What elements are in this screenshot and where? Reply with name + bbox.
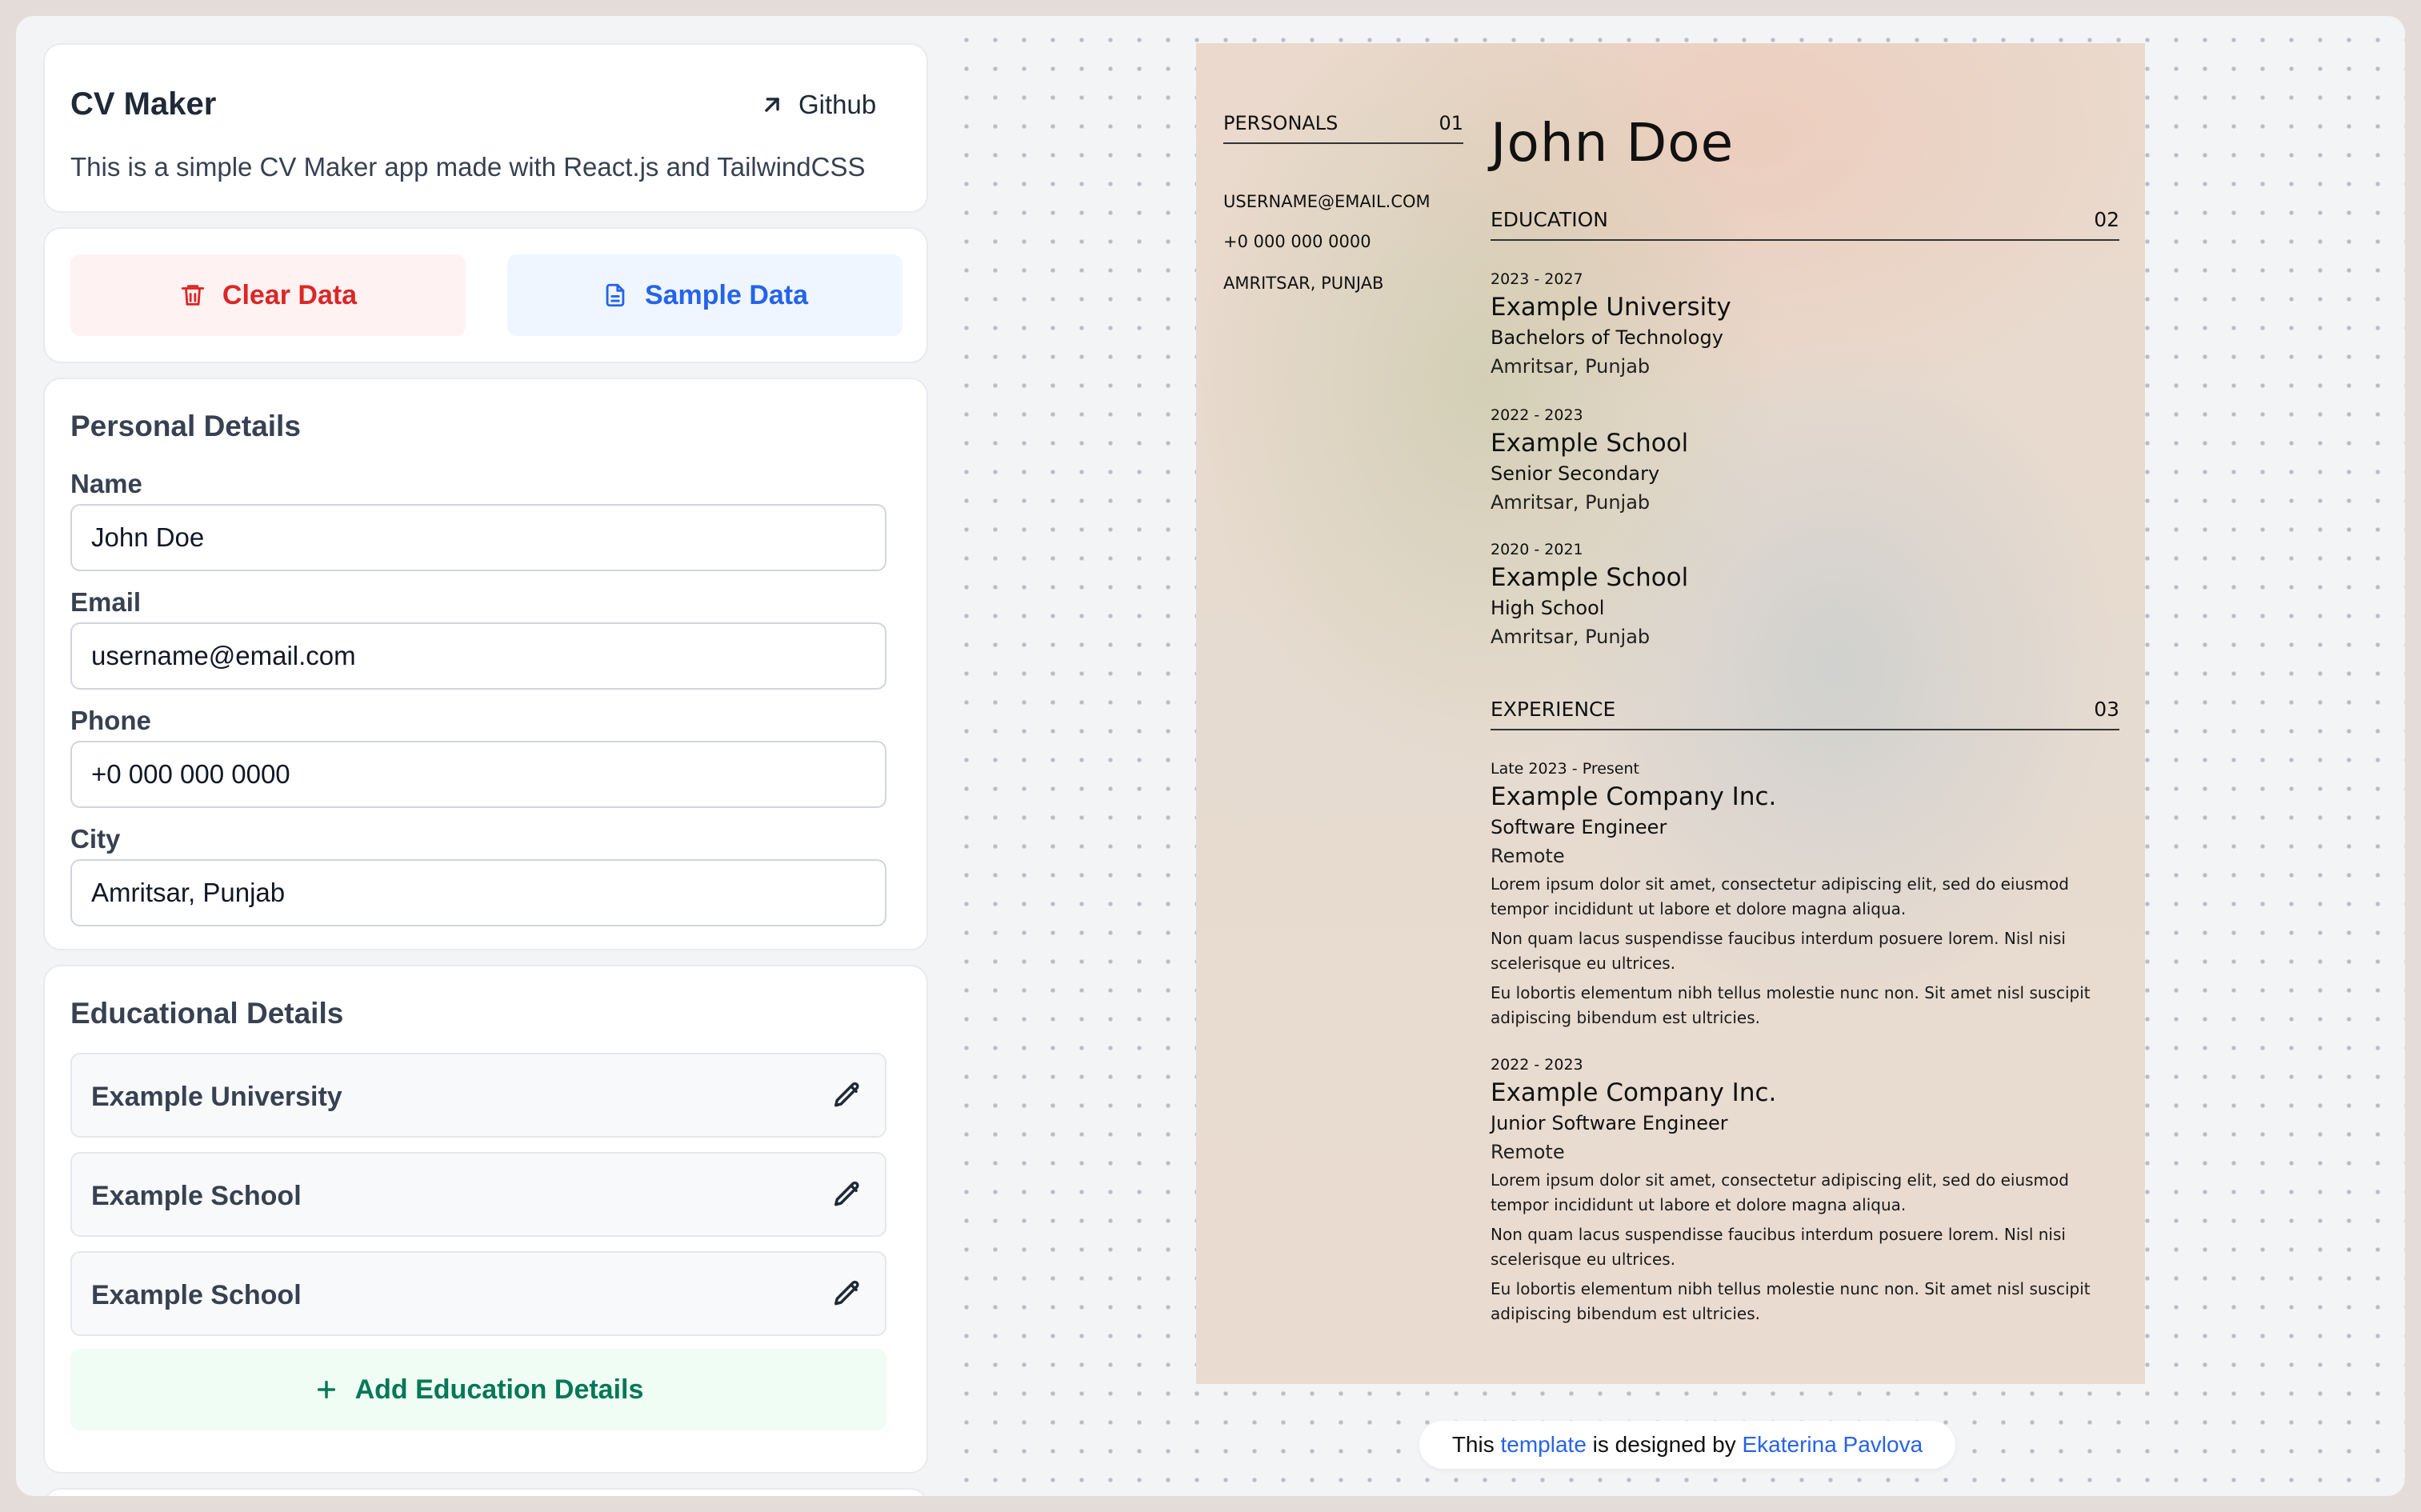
education-item[interactable]: Example University xyxy=(70,1053,886,1138)
educational-details-title: Educational Details xyxy=(70,997,344,1030)
cv-education-degree: Bachelors of Technology xyxy=(1491,326,1723,349)
cv-education-entry: 2023 - 2027 Example University Bachelors… xyxy=(1491,270,2119,382)
cv-education-degree: Senior Secondary xyxy=(1491,462,1660,485)
add-education-label: Add Education Details xyxy=(354,1374,644,1405)
personals-heading: PERSONALS 01 xyxy=(1223,112,1463,144)
template-credit: This template is designed by Ekaterina P… xyxy=(1419,1421,1955,1469)
experience-heading: EXPERIENCE 03 xyxy=(1491,698,2119,730)
cv-experience-date: Late 2023 - Present xyxy=(1491,760,1639,778)
cv-city: AMRITSAR, PUNJAB xyxy=(1223,274,1384,293)
sample-data-button[interactable]: Sample Data xyxy=(507,254,902,336)
app-description: This is a simple CV Maker app made with … xyxy=(70,152,866,182)
cv-experience-point: Non quam lacus suspendisse faucibus inte… xyxy=(1491,1225,2066,1269)
education-heading-number: 02 xyxy=(2094,208,2119,231)
cv-email: USERNAME@EMAIL.COM xyxy=(1223,192,1431,211)
email-label: Email xyxy=(70,587,142,617)
cv-experience-point: Lorem ipsum dolor sit amet, consectetur … xyxy=(1491,1170,2069,1214)
arrow-up-right-icon xyxy=(765,98,779,112)
name-label: Name xyxy=(70,469,142,498)
cv-education-org: Example School xyxy=(1491,429,1689,458)
cv-experience-date: 2022 - 2023 xyxy=(1491,1056,1583,1074)
add-education-button[interactable]: Add Education Details xyxy=(70,1349,886,1430)
editor-panel[interactable]: CV Maker Github This is a simple CV Make… xyxy=(43,43,928,1496)
cv-page: PERSONALS 01 USERNAME@EMAIL.COM +0 000 0… xyxy=(1196,43,2145,1384)
credit-middle: is designed by xyxy=(1586,1432,1743,1457)
education-item[interactable]: Example School xyxy=(70,1251,886,1336)
credit-prefix: This xyxy=(1451,1432,1501,1457)
cv-experience-location: Remote xyxy=(1491,845,1565,867)
education-heading-label: EDUCATION xyxy=(1491,208,1608,231)
trash-icon xyxy=(181,285,205,306)
clear-data-button[interactable]: Clear Data xyxy=(70,254,466,336)
data-actions-card: Clear Data Sample Data xyxy=(43,227,928,363)
cv-education-location: Amritsar, Punjab xyxy=(1491,355,1651,378)
education-item-label: Example School xyxy=(91,1280,302,1310)
plus-icon xyxy=(317,1380,335,1399)
name-field[interactable] xyxy=(70,504,886,571)
clear-data-label: Clear Data xyxy=(222,279,358,310)
cv-experience-entry: 2022 - 2023 Example Company Inc. Junior … xyxy=(1491,1056,2119,1331)
pencil-icon[interactable] xyxy=(832,1278,862,1309)
cv-education-entry: 2020 - 2021 Example School High School A… xyxy=(1491,541,2119,653)
education-item-label: Example School xyxy=(91,1181,302,1211)
cv-education-degree: High School xyxy=(1491,597,1605,619)
city-label: City xyxy=(70,824,121,854)
education-heading: EDUCATION 02 xyxy=(1491,208,2119,241)
cv-education-location: Amritsar, Punjab xyxy=(1491,491,1651,514)
pencil-icon[interactable] xyxy=(832,1179,862,1210)
phone-label: Phone xyxy=(70,706,151,735)
cv-preview-area: PERSONALS 01 USERNAME@EMAIL.COM +0 000 0… xyxy=(944,16,2405,1496)
city-field[interactable] xyxy=(70,859,886,926)
cv-experience-role: Junior Software Engineer xyxy=(1491,1112,1728,1134)
personal-details-title: Personal Details xyxy=(70,410,301,442)
cv-education-location: Amritsar, Punjab xyxy=(1491,626,1651,648)
cv-education-date: 2022 - 2023 xyxy=(1491,406,1583,424)
cv-experience-point: Non quam lacus suspendisse faucibus inte… xyxy=(1491,929,2066,973)
template-link[interactable]: template xyxy=(1501,1432,1587,1458)
phone-field[interactable] xyxy=(70,741,886,808)
cv-phone: +0 000 000 0000 xyxy=(1223,232,1371,251)
github-link[interactable]: Github xyxy=(758,90,876,120)
cv-education-date: 2020 - 2021 xyxy=(1491,541,1583,558)
cv-education-org: Example University xyxy=(1491,293,1731,322)
pencil-icon[interactable] xyxy=(832,1080,862,1110)
experience-heading-label: EXPERIENCE xyxy=(1491,698,1616,721)
app-header-card: CV Maker Github This is a simple CV Make… xyxy=(43,43,928,213)
app-title: CV Maker xyxy=(70,86,217,122)
next-section-card xyxy=(43,1488,928,1496)
cv-experience-role: Software Engineer xyxy=(1491,816,1667,838)
app-window: CV Maker Github This is a simple CV Make… xyxy=(16,16,2405,1496)
cv-experience-entry: Late 2023 - Present Example Company Inc.… xyxy=(1491,760,2119,1035)
education-item[interactable]: Example School xyxy=(70,1152,886,1237)
cv-name: John Doe xyxy=(1491,112,1735,174)
email-field[interactable] xyxy=(70,622,886,690)
cv-education-entry: 2022 - 2023 Example School Senior Second… xyxy=(1491,406,2119,518)
cv-experience-company: Example Company Inc. xyxy=(1491,1078,1777,1107)
sample-data-label: Sample Data xyxy=(644,279,809,310)
cv-experience-point: Eu lobortis elementum nibh tellus molest… xyxy=(1491,1279,2091,1323)
educational-details-card: Educational Details Example University E… xyxy=(43,965,928,1474)
cv-experience-point: Eu lobortis elementum nibh tellus molest… xyxy=(1491,983,2091,1027)
cv-experience-location: Remote xyxy=(1491,1141,1565,1163)
cv-education-date: 2023 - 2027 xyxy=(1491,270,1583,288)
author-link[interactable]: Ekaterina Pavlova xyxy=(1742,1432,1923,1458)
cv-experience-point: Lorem ipsum dolor sit amet, consectetur … xyxy=(1491,874,2069,918)
document-icon xyxy=(606,283,625,307)
personal-details-card: Personal Details Name Email Phone City xyxy=(43,378,928,950)
personals-heading-label: PERSONALS xyxy=(1223,112,1339,134)
personals-heading-number: 01 xyxy=(1439,112,1463,134)
cv-experience-company: Example Company Inc. xyxy=(1491,782,1777,811)
education-item-label: Example University xyxy=(91,1082,342,1112)
cv-education-org: Example School xyxy=(1491,563,1689,592)
experience-heading-number: 03 xyxy=(2094,698,2119,721)
github-label: Github xyxy=(798,90,877,119)
